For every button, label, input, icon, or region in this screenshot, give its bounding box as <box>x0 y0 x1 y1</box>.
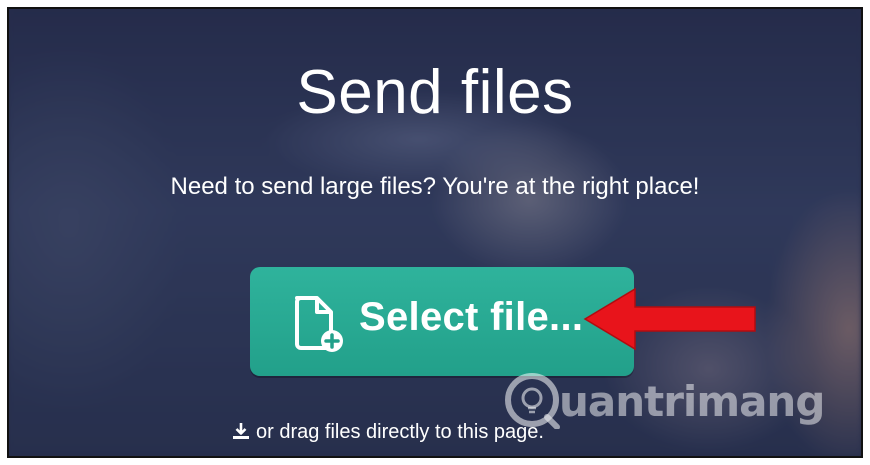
page-subtitle: Need to send large files? You're at the … <box>170 173 700 200</box>
page-title: Send files <box>296 58 574 127</box>
select-file-button[interactable]: Select file... <box>250 267 634 376</box>
watermark-text: uantrimang <box>559 377 825 426</box>
file-add-icon <box>295 296 343 352</box>
drag-hint-text: or drag files directly to this page. <box>256 421 544 443</box>
download-icon <box>233 423 249 439</box>
screenshot-frame: Send files Need to send large files? You… <box>7 7 863 458</box>
drag-hint: or drag files directly to this page. <box>232 421 544 444</box>
select-file-label: Select file... <box>359 295 584 339</box>
red-arrow-annotation <box>583 287 756 351</box>
watermark: uantrimang <box>503 371 843 431</box>
